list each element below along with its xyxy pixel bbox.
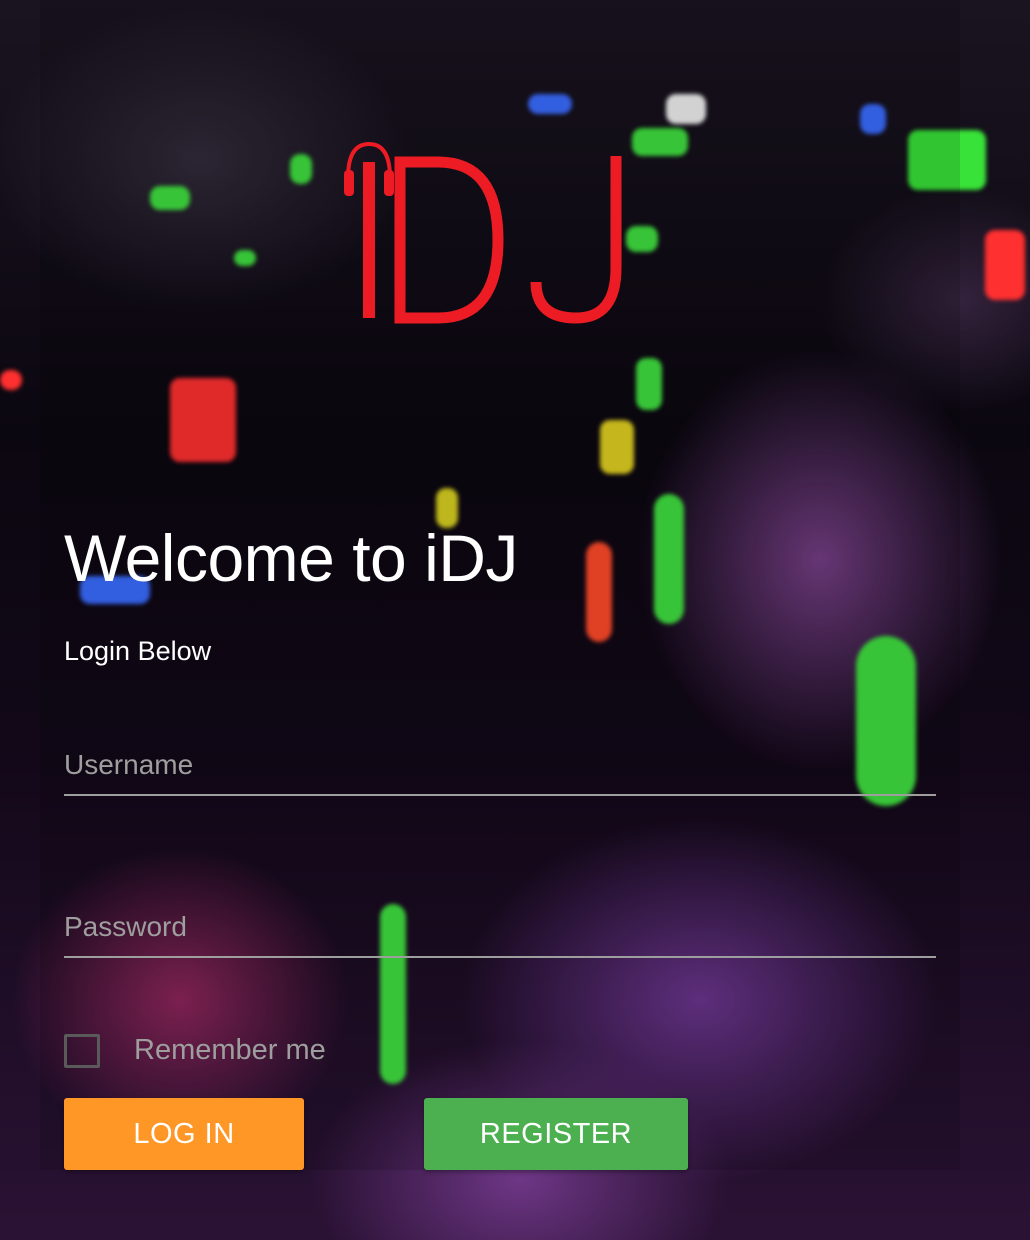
- login-button[interactable]: LOG IN: [64, 1098, 304, 1170]
- glow-headphone: [985, 230, 1025, 300]
- remember-me-label[interactable]: Remember me: [134, 1034, 326, 1067]
- remember-me-checkbox[interactable]: [64, 1034, 100, 1068]
- username-input[interactable]: [64, 736, 936, 794]
- logo-letter-i: [363, 162, 375, 318]
- glow-headphone: [0, 370, 22, 390]
- password-field: [64, 898, 936, 958]
- idj-logo: [344, 141, 622, 324]
- logo-letter-j: [530, 156, 622, 324]
- password-input[interactable]: [64, 898, 936, 956]
- page-title: Welcome to iDJ: [64, 521, 518, 595]
- register-button[interactable]: REGISTER: [424, 1098, 688, 1170]
- page-subtitle: Login Below: [64, 636, 212, 666]
- username-field: [64, 736, 936, 796]
- logo-letter-d: [394, 156, 504, 324]
